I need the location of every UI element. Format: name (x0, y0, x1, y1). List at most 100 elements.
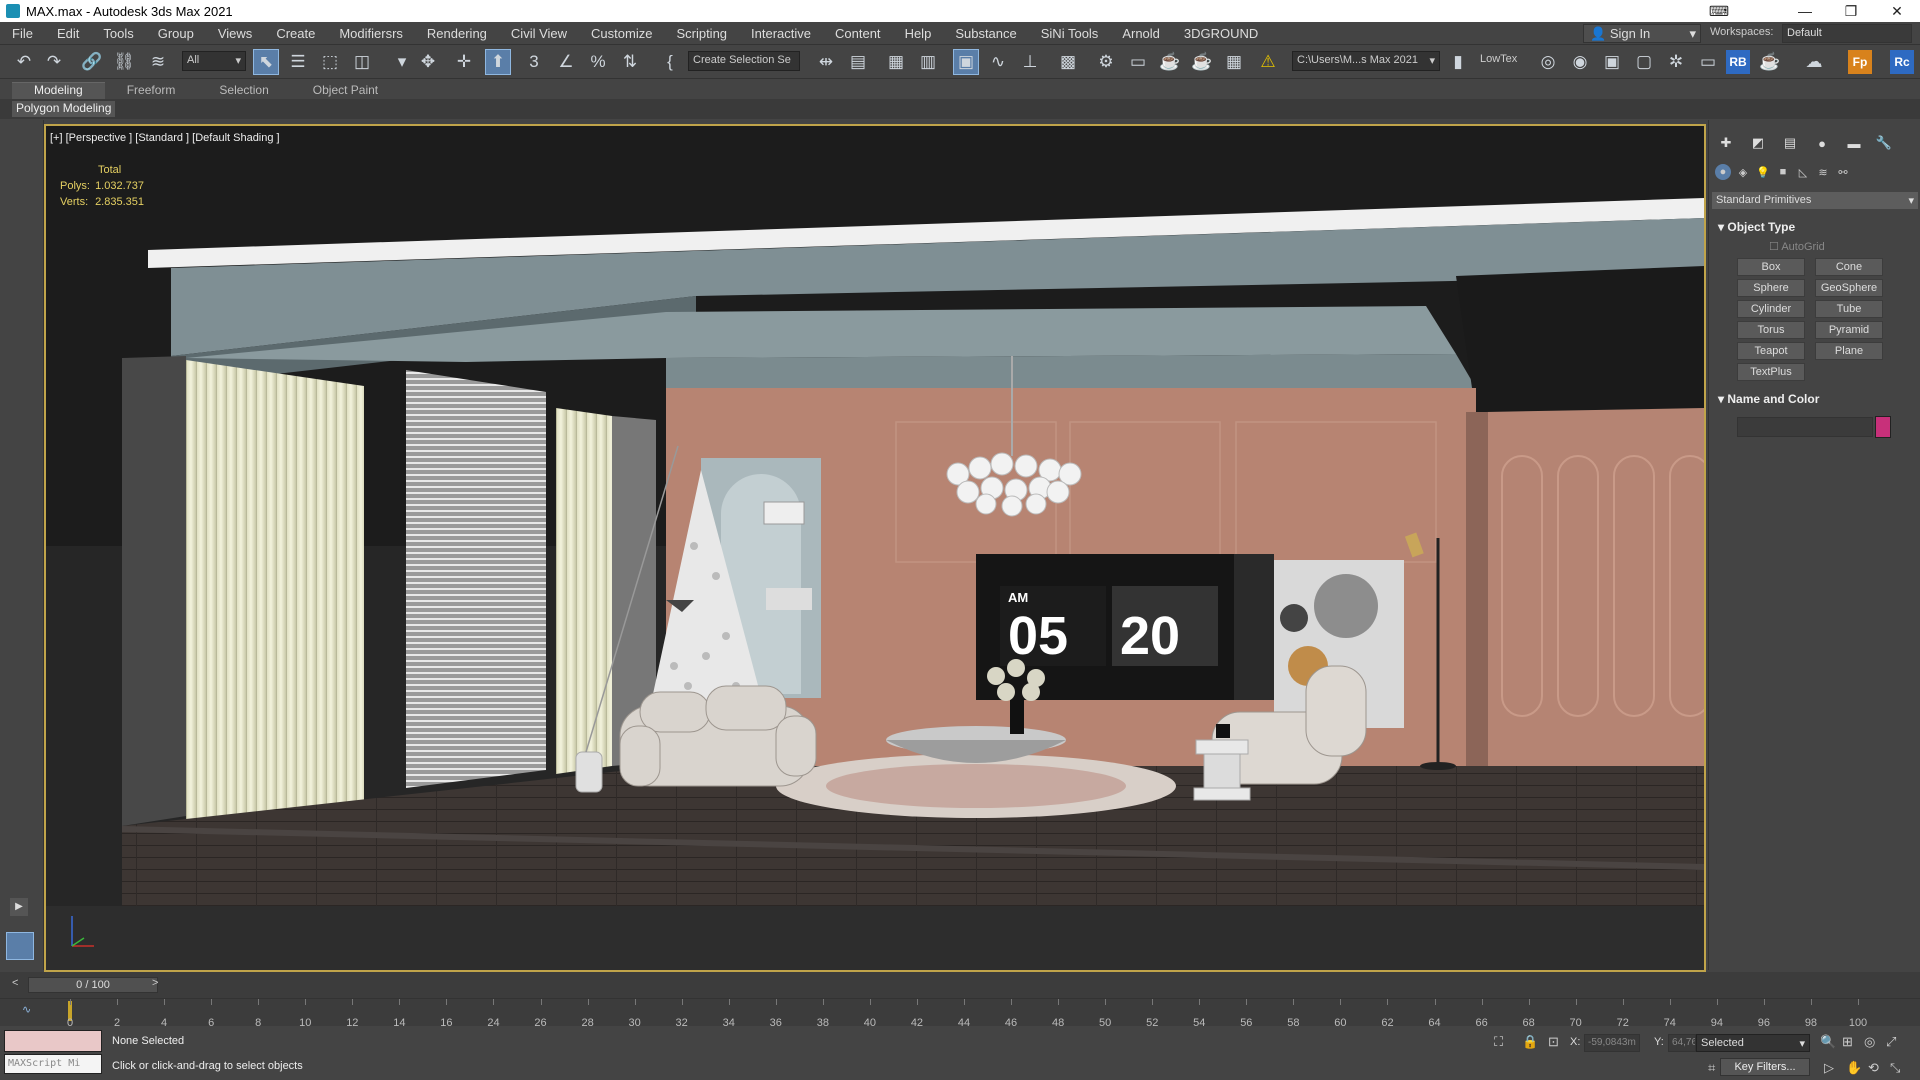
menu-help[interactable]: Help (893, 26, 944, 41)
shapes-icon[interactable]: ◈ (1735, 164, 1751, 180)
menu-modifiers[interactable]: Modifiersrs (327, 26, 415, 41)
track-bar[interactable]: ∿ 0 2 4 6 8 10 12 14 16 24 26 28 30 32 34 36 38 40 42 44 46 4… (0, 998, 1920, 1029)
tube-button[interactable]: Tube (1815, 300, 1883, 318)
arnold-icon[interactable]: ☁ (1802, 50, 1826, 74)
key-filters-button[interactable]: Key Filters... (1720, 1058, 1810, 1076)
reset-icon[interactable]: ◎ (1536, 50, 1560, 74)
script-icon[interactable]: ▮ (1446, 50, 1470, 74)
rectangle-selection-icon[interactable]: ⬚ (318, 50, 342, 74)
autogrid-checkbox[interactable]: ☐ AutoGrid (1769, 240, 1825, 253)
fp-plugin-button[interactable]: Fp (1848, 50, 1872, 74)
motion-tab-icon[interactable]: ● (1813, 134, 1831, 152)
zoom-extents-icon[interactable]: ◎ (1864, 1034, 1875, 1050)
x-coord-field[interactable]: -59,0843m (1584, 1034, 1640, 1052)
absolute-mode-icon[interactable]: ⊡ (1548, 1034, 1559, 1050)
object-name-input[interactable] (1737, 417, 1873, 437)
restore-button[interactable]: ❐ (1828, 3, 1874, 20)
render-iterative-icon[interactable]: ☕ (1190, 50, 1214, 74)
material-editor-icon[interactable]: ▩ (1056, 50, 1080, 74)
menu-group[interactable]: Group (146, 26, 206, 41)
select-by-name-icon[interactable]: ☰ (286, 50, 310, 74)
viewport-frame-icon[interactable]: ▭ (1696, 50, 1720, 74)
object-color-swatch[interactable] (1875, 416, 1891, 438)
viewport-label-menu[interactable]: [+] [Perspective ] [Standard ] [Default … (50, 132, 280, 144)
teapot-button[interactable]: Teapot (1737, 342, 1805, 360)
select-manipulate-icon[interactable]: ⬆ (485, 49, 511, 75)
cone-button[interactable]: Cone (1815, 258, 1883, 276)
hierarchy-tab-icon[interactable]: ▤ (1781, 134, 1799, 152)
maximize-viewport-icon[interactable]: ⤡ (1890, 1060, 1900, 1076)
workspace-dropdown[interactable]: Default (1782, 24, 1912, 43)
space-warps-icon[interactable]: ≋ (1815, 164, 1831, 180)
camera-frame-icon[interactable]: ▢ (1632, 50, 1656, 74)
utilities-tab-icon[interactable]: 🔧 (1875, 134, 1893, 152)
named-selection-dropdown[interactable]: Create Selection Se (688, 51, 800, 71)
geometry-icon[interactable]: ● (1715, 164, 1731, 180)
curve-editor-icon[interactable]: ∿ (986, 50, 1010, 74)
percent-snap-icon[interactable]: % (586, 50, 610, 74)
pan-view-icon[interactable]: ✋ (1846, 1060, 1862, 1076)
textplus-button[interactable]: TextPlus (1737, 363, 1805, 381)
render-production-icon[interactable]: ☕ (1158, 50, 1182, 74)
menu-arnold[interactable]: Arnold (1110, 26, 1172, 41)
link-icon[interactable]: 🔗 (80, 50, 104, 74)
zoom-icon[interactable]: 🔍 (1820, 1034, 1836, 1050)
minimize-button[interactable]: — (1782, 3, 1828, 19)
select-object-icon[interactable]: ⬉ (253, 49, 279, 75)
selection-filter-dropdown[interactable]: All ▾ (182, 51, 246, 71)
teapot-icon[interactable]: ☕ (1758, 50, 1782, 74)
time-slider-prev[interactable]: < (12, 977, 18, 989)
gear-icon[interactable]: ✲ (1664, 50, 1688, 74)
menu-sini-tools[interactable]: SiNi Tools (1029, 26, 1111, 41)
cylinder-button[interactable]: Cylinder (1737, 300, 1805, 318)
tab-object-paint[interactable]: Object Paint (291, 83, 400, 99)
frame-icon[interactable]: ▣ (1600, 50, 1624, 74)
isolate-selection-icon[interactable]: ⛶ (1494, 1034, 1503, 1050)
tab-freeform[interactable]: Freeform (105, 83, 198, 99)
play-icon[interactable]: ▶ (10, 898, 28, 916)
menu-views[interactable]: Views (206, 26, 264, 41)
tab-selection[interactable]: Selection (197, 83, 290, 99)
unlink-icon[interactable]: ⛓ (112, 50, 136, 74)
window-crossing-icon[interactable]: ◫ (350, 50, 374, 74)
bind-space-warp-icon[interactable]: ≋ (146, 50, 170, 74)
menu-civil-view[interactable]: Civil View (499, 26, 579, 41)
sphere-button[interactable]: Sphere (1737, 279, 1805, 297)
keyboard-icon[interactable]: ⌨ (1696, 3, 1742, 20)
helpers-icon[interactable]: ◺ (1795, 164, 1811, 180)
close-button[interactable]: ✕ (1874, 3, 1920, 20)
lights-icon[interactable]: 💡 (1755, 164, 1771, 180)
curve-editor-mini-icon[interactable]: ∿ (22, 1003, 31, 1016)
menu-3dground[interactable]: 3DGROUND (1172, 26, 1270, 41)
display-tab-icon[interactable]: ▬ (1845, 134, 1863, 152)
systems-icon[interactable]: ⚯ (1835, 164, 1851, 180)
snap-3d-icon[interactable]: 3 (522, 50, 546, 74)
sign-in-dropdown[interactable]: 👤 Sign In ▾ (1583, 24, 1701, 43)
time-slider-thumb[interactable]: 0 / 100 (28, 977, 158, 993)
edit-named-selection-icon[interactable]: { (658, 50, 682, 74)
sphere-render-icon[interactable]: ◉ (1568, 50, 1592, 74)
orbit-icon[interactable]: ⟲ (1868, 1060, 1879, 1076)
reference-coord-dropdown[interactable]: ▾ (390, 50, 414, 74)
zoom-all-icon[interactable]: ⊞ (1842, 1034, 1853, 1050)
object-category-dropdown[interactable]: Standard Primitives ▾ (1712, 192, 1918, 209)
menu-scripting[interactable]: Scripting (664, 26, 739, 41)
menu-create[interactable]: Create (264, 26, 327, 41)
maxscript-mini-listener[interactable]: MAXScript Mi (4, 1054, 102, 1074)
torus-button[interactable]: Torus (1737, 321, 1805, 339)
object-type-rollout[interactable]: ▾ Object Type (1712, 218, 1918, 236)
spinner-snap-icon[interactable]: ⇅ (618, 50, 642, 74)
rendered-frame-icon[interactable]: ▭ (1126, 50, 1150, 74)
angle-snap-icon[interactable]: ∠ (554, 50, 578, 74)
align-icon[interactable]: ▤ (846, 50, 870, 74)
tab-modeling[interactable]: Modeling (12, 82, 105, 99)
box-button[interactable]: Box (1737, 258, 1805, 276)
move-icon[interactable]: ✛ (452, 50, 476, 74)
render-setup-icon[interactable]: ⚙ (1094, 50, 1118, 74)
key-mode-icon[interactable]: ⌗ (1708, 1060, 1715, 1076)
pyramid-button[interactable]: Pyramid (1815, 321, 1883, 339)
layer-manager-icon[interactable]: ▦ (884, 50, 908, 74)
select-and-move-icon[interactable]: ✥ (416, 50, 440, 74)
menu-substance[interactable]: Substance (943, 26, 1028, 41)
modify-tab-icon[interactable]: ◩ (1749, 134, 1767, 152)
